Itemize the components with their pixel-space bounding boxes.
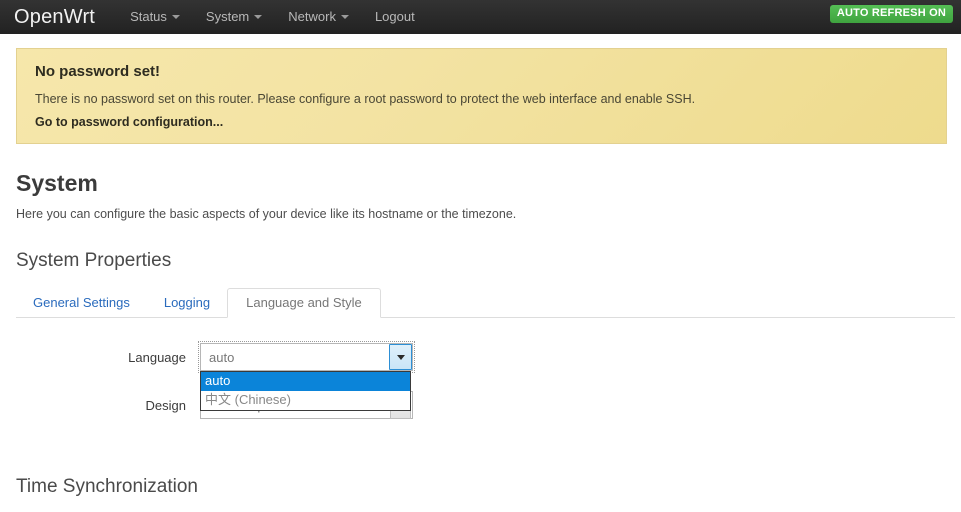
nav-item-network[interactable]: Network	[275, 0, 362, 34]
alert-title: No password set!	[35, 63, 161, 80]
page-content: No password set! There is no password se…	[0, 48, 961, 498]
language-option-auto[interactable]: auto	[201, 372, 410, 391]
nav-item-logout[interactable]: Logout	[362, 0, 428, 34]
chevron-down-icon	[254, 15, 263, 19]
nav-item-status[interactable]: Status	[117, 0, 193, 34]
nav-item-system[interactable]: System	[193, 0, 275, 34]
language-label: Language	[128, 349, 186, 365]
design-label: Design	[145, 397, 186, 413]
no-password-alert: No password set! There is no password se…	[16, 48, 947, 144]
chevron-down-icon	[171, 15, 180, 19]
language-and-style-form: Language auto auto 中文 (Chinese) Design B…	[14, 341, 947, 420]
tab-general-settings[interactable]: General Settings	[16, 288, 147, 318]
language-row: Language auto auto 中文 (Chinese)	[14, 341, 947, 411]
auto-refresh-badge[interactable]: AUTO REFRESH ON	[829, 5, 953, 23]
nav-menu: Status System Network Logout	[117, 0, 428, 34]
password-configuration-link[interactable]: Go to password configuration...	[35, 115, 930, 129]
page-description: Here you can configure the basic aspects…	[16, 207, 517, 221]
language-select-value: auto	[209, 349, 235, 365]
section-legend-system-properties: System Properties	[16, 250, 172, 271]
chevron-down-icon	[340, 15, 349, 19]
arrow-glyph	[396, 354, 405, 360]
brand-logo[interactable]: OpenWrt	[14, 7, 95, 27]
language-select-wrap: auto auto 中文 (Chinese)	[198, 341, 415, 411]
language-select[interactable]: auto	[198, 341, 415, 373]
chevron-down-icon[interactable]	[389, 344, 412, 370]
top-navbar: OpenWrt Status System Network Logout AUT…	[0, 0, 961, 34]
tab-logging[interactable]: Logging	[147, 288, 227, 318]
tab-language-and-style[interactable]: Language and Style	[227, 288, 381, 318]
nav-item-system-label: System	[205, 9, 250, 24]
page-title: System	[16, 170, 98, 196]
language-dropdown-list: auto 中文 (Chinese)	[200, 371, 411, 411]
nav-item-logout-label: Logout	[374, 9, 415, 24]
alert-text: There is no password set on this router.…	[35, 92, 696, 106]
nav-item-status-label: Status	[130, 9, 167, 24]
nav-item-network-label: Network	[288, 9, 336, 24]
section-legend-time-synchronization: Time Synchronization	[16, 476, 198, 497]
tab-bar: General Settings Logging Language and St…	[16, 288, 955, 318]
design-row: Design Bootstrap	[14, 390, 947, 420]
language-option-chinese[interactable]: 中文 (Chinese)	[201, 391, 410, 410]
